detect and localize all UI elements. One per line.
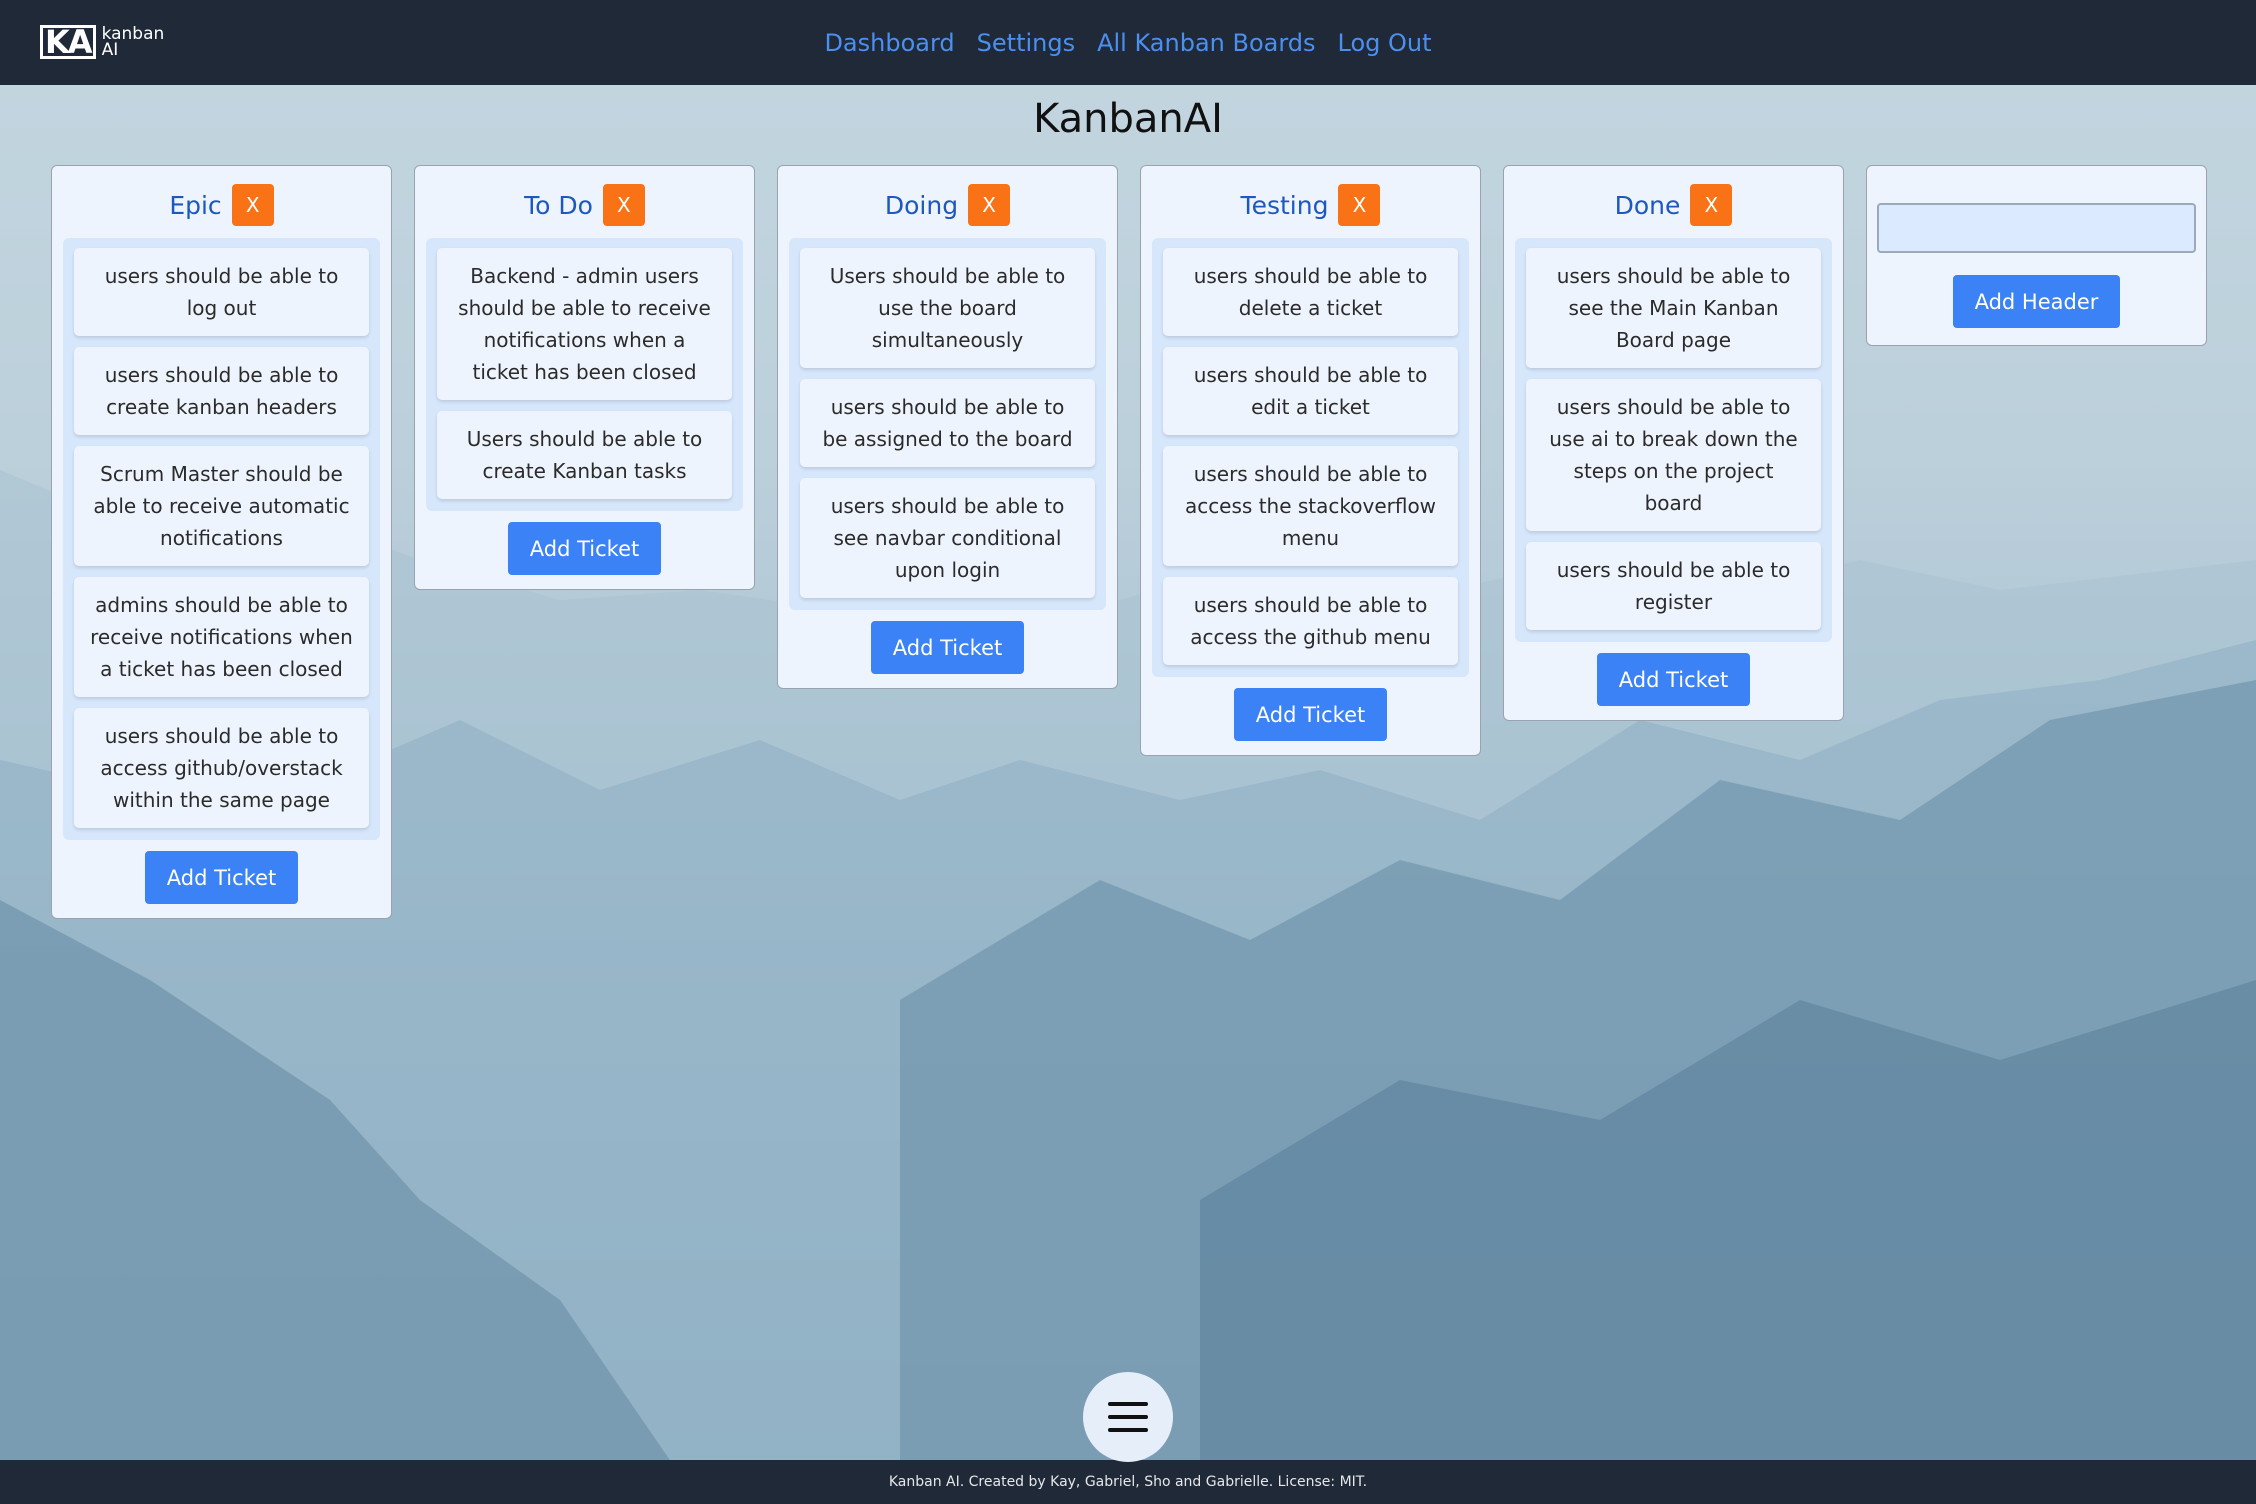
delete-column-button[interactable]: X — [968, 184, 1011, 226]
ticket-card[interactable]: admins should be able to receive notific… — [74, 577, 369, 697]
add-ticket-container: Add Ticket — [778, 610, 1117, 688]
ticket-card[interactable]: users should be able to register — [1526, 542, 1821, 630]
ticket-card[interactable]: users should be able to access the githu… — [1163, 577, 1458, 665]
footer: Kanban AI. Created by Kay, Gabriel, Sho … — [0, 1460, 2256, 1504]
column-header: Testing X — [1141, 166, 1480, 238]
ticket-card[interactable]: Backend - admin users should be able to … — [437, 248, 732, 400]
column-header: To Do X — [415, 166, 754, 238]
ticket-card[interactable]: users should be able to edit a ticket — [1163, 347, 1458, 435]
add-ticket-button[interactable]: Add Ticket — [144, 851, 299, 904]
ticket-card[interactable]: users should be able to create kanban he… — [74, 347, 369, 435]
column-epic: Epic X users should be able to log out u… — [51, 165, 392, 919]
add-ticket-container: Add Ticket — [415, 511, 754, 589]
ticket-card[interactable]: users should be able to be assigned to t… — [800, 379, 1095, 467]
column-header: Epic X — [52, 166, 391, 238]
add-ticket-button[interactable]: Add Ticket — [507, 522, 662, 575]
column-header: Done X — [1504, 166, 1843, 238]
add-ticket-container: Add Ticket — [52, 840, 391, 918]
new-header-input[interactable] — [1877, 203, 2196, 253]
column-done: Done X users should be able to see the M… — [1503, 165, 1844, 721]
add-ticket-button[interactable]: Add Ticket — [1596, 653, 1751, 706]
nav-links: Dashboard Settings All Kanban Boards Log… — [0, 0, 2256, 85]
ticket-card[interactable]: users should be able to use ai to break … — [1526, 379, 1821, 531]
nav-link-settings[interactable]: Settings — [977, 29, 1075, 57]
ticket-card[interactable]: users should be able to see navbar condi… — [800, 478, 1095, 598]
add-header-container: Add Header — [1877, 275, 2196, 328]
column-doing: Doing X Users should be able to use the … — [777, 165, 1118, 689]
column-title: Done — [1614, 190, 1681, 220]
ticket-list: users should be able to log out users sh… — [63, 238, 380, 840]
ticket-card[interactable]: users should be able to log out — [74, 248, 369, 336]
add-ticket-button[interactable]: Add Ticket — [1233, 688, 1388, 741]
delete-column-button[interactable]: X — [231, 184, 274, 226]
column-title: Epic — [169, 190, 222, 220]
add-header-button[interactable]: Add Header — [1952, 275, 2121, 328]
page-title: KanbanAI — [1033, 96, 1223, 142]
ticket-list: Users should be able to use the board si… — [789, 238, 1106, 610]
new-header-column: Add Header — [1866, 165, 2207, 346]
hamburger-menu-icon — [1108, 1402, 1148, 1432]
delete-column-button[interactable]: X — [602, 184, 645, 226]
nav-link-log-out[interactable]: Log Out — [1338, 29, 1432, 57]
delete-column-button[interactable]: X — [1338, 184, 1381, 226]
nav-link-all-kanban-boards[interactable]: All Kanban Boards — [1097, 29, 1315, 57]
ticket-card[interactable]: users should be able to access the stack… — [1163, 446, 1458, 566]
column-title: To Do — [524, 190, 593, 220]
add-ticket-container: Add Ticket — [1504, 642, 1843, 720]
top-navbar: KA kanban AI Dashboard Settings All Kanb… — [0, 0, 2256, 85]
ticket-list: users should be able to see the Main Kan… — [1515, 238, 1832, 642]
ticket-list: Backend - admin users should be able to … — [426, 238, 743, 511]
ticket-card[interactable]: Users should be able to use the board si… — [800, 248, 1095, 368]
add-ticket-container: Add Ticket — [1141, 677, 1480, 755]
ticket-card[interactable]: Scrum Master should be able to receive a… — [74, 446, 369, 566]
ticket-card[interactable]: users should be able to access github/ov… — [74, 708, 369, 828]
column-title: Testing — [1240, 190, 1329, 220]
column-title: Doing — [884, 190, 959, 220]
column-header: Doing X — [778, 166, 1117, 238]
ticket-list: users should be able to delete a ticket … — [1152, 238, 1469, 677]
ticket-card[interactable]: users should be able to delete a ticket — [1163, 248, 1458, 336]
footer-text: Kanban AI. Created by Kay, Gabriel, Sho … — [888, 1474, 1368, 1490]
column-testing: Testing X users should be able to delete… — [1140, 165, 1481, 756]
menu-fab-button[interactable] — [1083, 1372, 1173, 1462]
nav-link-dashboard[interactable]: Dashboard — [824, 29, 954, 57]
ticket-card[interactable]: users should be able to see the Main Kan… — [1526, 248, 1821, 368]
column-to-do: To Do X Backend - admin users should be … — [414, 165, 755, 590]
delete-column-button[interactable]: X — [1690, 184, 1733, 226]
ticket-card[interactable]: Users should be able to create Kanban ta… — [437, 411, 732, 499]
add-ticket-button[interactable]: Add Ticket — [870, 621, 1025, 674]
